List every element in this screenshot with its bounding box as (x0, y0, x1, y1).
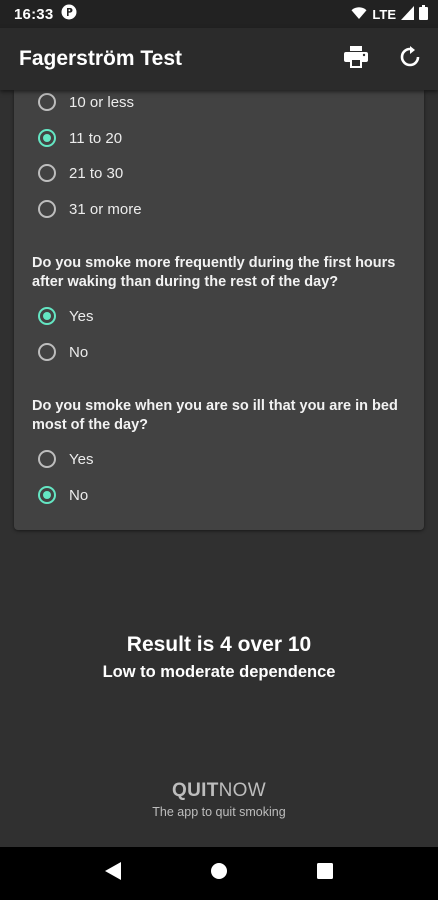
radio-button[interactable] (38, 450, 56, 468)
option-label: 10 or less (69, 93, 135, 111)
reset-icon (399, 45, 421, 73)
option-10-or-less[interactable]: 10 or less (38, 87, 134, 117)
option-label: No (69, 486, 89, 504)
battery-icon (419, 5, 428, 23)
home-button[interactable] (199, 854, 239, 894)
radio-button[interactable] (38, 129, 56, 147)
question-text: Do you smoke when you are so ill that yo… (32, 398, 398, 433)
status-time: 16:33 (14, 5, 54, 23)
reset-button[interactable] (396, 45, 424, 73)
radio-button[interactable] (38, 307, 56, 325)
option-11-to-20[interactable]: 11 to 20 (38, 123, 122, 153)
back-button[interactable] (93, 854, 133, 894)
brand-tagline: The app to quit smoking (152, 805, 286, 819)
radio-button[interactable] (38, 164, 56, 182)
brand-logo: QUITNOW (0, 780, 438, 802)
question-card: 10 or less 11 to 20 21 to 30 31 or more … (14, 90, 424, 530)
brand-now: NOW (218, 780, 266, 801)
option-label: No (69, 343, 89, 361)
option-21-to-30[interactable]: 21 to 30 (38, 158, 123, 188)
brand-quit: QUIT (172, 780, 219, 801)
page-title: Fagerström Test (19, 47, 182, 70)
option-label: Yes (69, 307, 94, 325)
print-button[interactable] (342, 45, 370, 73)
option-label: 31 or more (69, 200, 142, 218)
print-icon (344, 45, 368, 73)
option-yes[interactable]: Yes (38, 301, 93, 331)
option-yes[interactable]: Yes (38, 444, 93, 474)
option-31-or-more[interactable]: 31 or more (38, 194, 142, 224)
radio-button[interactable] (38, 93, 56, 111)
recents-icon (317, 863, 333, 884)
option-no[interactable]: No (38, 337, 88, 367)
wifi-icon (351, 6, 367, 23)
network-type: LTE (372, 6, 396, 22)
result-title: Result is 4 over 10 (126, 633, 312, 656)
notification-icon (61, 4, 77, 24)
signal-icon (401, 5, 414, 23)
radio-button[interactable] (38, 200, 56, 218)
option-no[interactable]: No (38, 480, 88, 510)
option-label: 21 to 30 (69, 164, 124, 182)
question-text: Do you smoke more frequently during the … (32, 255, 396, 290)
option-label: 11 to 20 (69, 129, 123, 147)
radio-button[interactable] (38, 343, 56, 361)
app-bar: Fagerström Test (0, 28, 438, 90)
home-icon (210, 862, 228, 885)
radio-button[interactable] (38, 486, 56, 504)
result-subtitle: Low to moderate dependence (102, 663, 336, 681)
navigation-bar (0, 847, 438, 900)
option-label: Yes (69, 450, 94, 468)
status-bar: 16:33 LTE (0, 0, 438, 28)
recents-button[interactable] (305, 854, 345, 894)
back-icon (104, 861, 122, 886)
